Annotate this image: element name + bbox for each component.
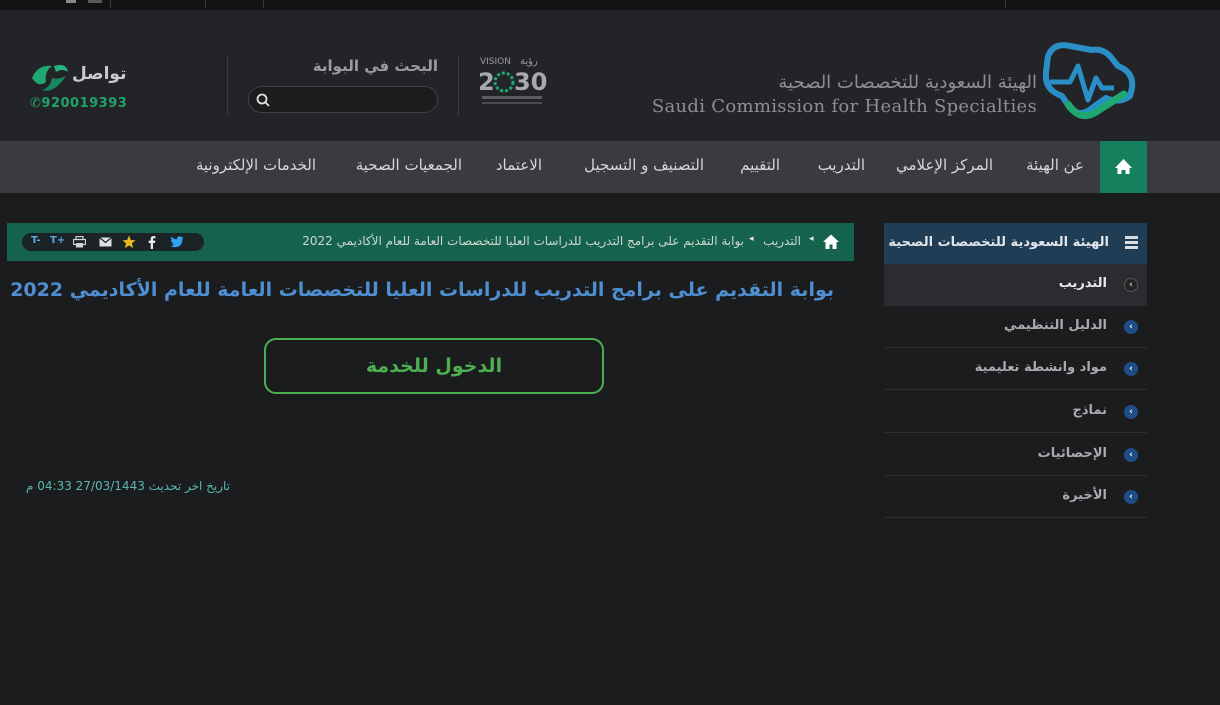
nav-item-about[interactable]: عن الهيئة bbox=[1026, 156, 1084, 174]
phone-icon: ✆ bbox=[30, 96, 42, 111]
divider bbox=[227, 55, 228, 115]
twitter-icon[interactable] bbox=[170, 236, 184, 248]
sidebar-item-training[interactable]: التدريب ‹ bbox=[884, 264, 1147, 306]
page-tools: T- T+ bbox=[22, 233, 204, 251]
nav-item-e-services[interactable]: الخدمات الإلكترونية bbox=[196, 156, 316, 174]
schs-logo-icon[interactable] bbox=[1040, 38, 1140, 123]
breadcrumb-separator-icon: ◂ bbox=[749, 234, 754, 244]
contact-label: تواصل bbox=[72, 64, 127, 84]
sidebar-item-educational-materials[interactable]: مواد وانشطة تعليمية ‹ bbox=[884, 348, 1147, 390]
sidebar-item-latest[interactable]: الأخيرة ‹ bbox=[884, 476, 1147, 518]
grid-icon[interactable] bbox=[66, 0, 76, 3]
chevron-left-icon: ‹ bbox=[1124, 490, 1138, 504]
nav-item-classification[interactable]: التصنيف و التسجيل bbox=[584, 156, 704, 174]
facebook-icon[interactable] bbox=[148, 235, 156, 249]
chevron-left-icon: ‹ bbox=[1124, 448, 1138, 462]
divider bbox=[458, 55, 459, 115]
home-icon bbox=[1115, 159, 1132, 174]
sidebar-item-label: مواد وانشطة تعليمية bbox=[974, 360, 1107, 375]
divider bbox=[263, 0, 264, 8]
font-decrease-button[interactable]: T- bbox=[31, 235, 41, 246]
nav-item-training[interactable]: التدريب bbox=[818, 156, 865, 174]
breadcrumb-item-current: بوابة التقديم على برامج التدريب للدراسات… bbox=[302, 234, 744, 248]
main-content: بوابة التقديم على برامج التدريب للدراسات… bbox=[7, 261, 854, 705]
main-nav: عن الهيئة المركز الإعلامي التدريب التقيي… bbox=[0, 141, 1220, 193]
breadcrumb-item-training[interactable]: التدريب bbox=[763, 234, 801, 248]
print-icon[interactable] bbox=[73, 236, 86, 248]
sidebar-header-title: الهيئة السعودية للتخصصات الصحية bbox=[888, 235, 1109, 250]
home-icon[interactable] bbox=[822, 233, 840, 250]
font-increase-button[interactable]: T+ bbox=[50, 235, 65, 246]
org-name-english: Saudi Commission for Health Specialties bbox=[651, 96, 1037, 117]
svg-text:رؤية: رؤية bbox=[520, 56, 538, 67]
svg-text:2: 2 bbox=[478, 68, 495, 96]
site-header: الهيئة السعودية للتخصصات الصحية Saudi Co… bbox=[0, 10, 1220, 141]
sidebar-item-label: نماذج bbox=[1072, 403, 1107, 418]
email-icon[interactable] bbox=[99, 237, 112, 247]
sidebar-item-label: الأخيرة bbox=[1062, 488, 1107, 503]
sidebar-item-statistics[interactable]: الإحصائيات ‹ bbox=[884, 434, 1147, 476]
nav-item-accreditation[interactable]: الاعتماد bbox=[496, 156, 542, 174]
breadcrumb: ◂ التدريب ◂ بوابة التقديم على برامج التد… bbox=[7, 223, 854, 261]
breadcrumb-separator-icon: ◂ bbox=[809, 234, 814, 244]
svg-text:30: 30 bbox=[514, 68, 547, 96]
page-title: بوابة التقديم على برامج التدريب للدراسات… bbox=[10, 279, 834, 301]
sidebar-item-label: الدليل التنظيمي bbox=[1004, 318, 1107, 333]
divider bbox=[110, 0, 111, 8]
chevron-left-icon: ‹ bbox=[1124, 362, 1138, 376]
contact-phone-number: 920019393 bbox=[41, 96, 128, 111]
chevron-left-icon: ‹ bbox=[1124, 278, 1138, 292]
search-input[interactable] bbox=[248, 86, 438, 113]
enter-service-button[interactable]: الدخول للخدمة bbox=[264, 338, 604, 394]
chevron-left-icon: ‹ bbox=[1124, 405, 1138, 419]
last-updated-text: تاريخ اخر تحديث 27/03/1443 04:33 م bbox=[26, 479, 231, 493]
svg-text:VISION: VISION bbox=[480, 57, 511, 67]
nav-item-media-center[interactable]: المركز الإعلامي bbox=[896, 156, 993, 174]
nav-item-health-societies[interactable]: الجمعيات الصحية bbox=[356, 156, 462, 174]
sidebar-item-org-guide[interactable]: الدليل التنظيمي ‹ bbox=[884, 306, 1147, 348]
sidebar-header: الهيئة السعودية للتخصصات الصحية bbox=[884, 223, 1147, 264]
menu-icon bbox=[1125, 236, 1138, 249]
chevron-left-icon: ‹ bbox=[1124, 320, 1138, 334]
vision-2030-icon: VISION رؤية 2 30 bbox=[476, 52, 548, 112]
sidebar-item-forms[interactable]: نماذج ‹ bbox=[884, 391, 1147, 433]
divider bbox=[205, 0, 206, 8]
sidebar-item-label: التدريب bbox=[1058, 276, 1107, 291]
search-title: البحث في البوابة bbox=[312, 57, 438, 75]
top-utility-bar bbox=[0, 0, 1220, 10]
contact-phone[interactable]: ✆920019393 bbox=[30, 96, 127, 111]
nav-home-button[interactable] bbox=[1100, 141, 1147, 193]
sidebar-item-label: الإحصائيات bbox=[1037, 446, 1107, 461]
org-name-arabic: الهيئة السعودية للتخصصات الصحية bbox=[778, 72, 1037, 93]
screen-icon[interactable] bbox=[88, 0, 102, 3]
nav-item-assessment[interactable]: التقييم bbox=[740, 156, 780, 174]
divider bbox=[1005, 0, 1006, 8]
search-icon[interactable] bbox=[255, 92, 271, 108]
favorite-star-icon[interactable] bbox=[122, 235, 136, 249]
